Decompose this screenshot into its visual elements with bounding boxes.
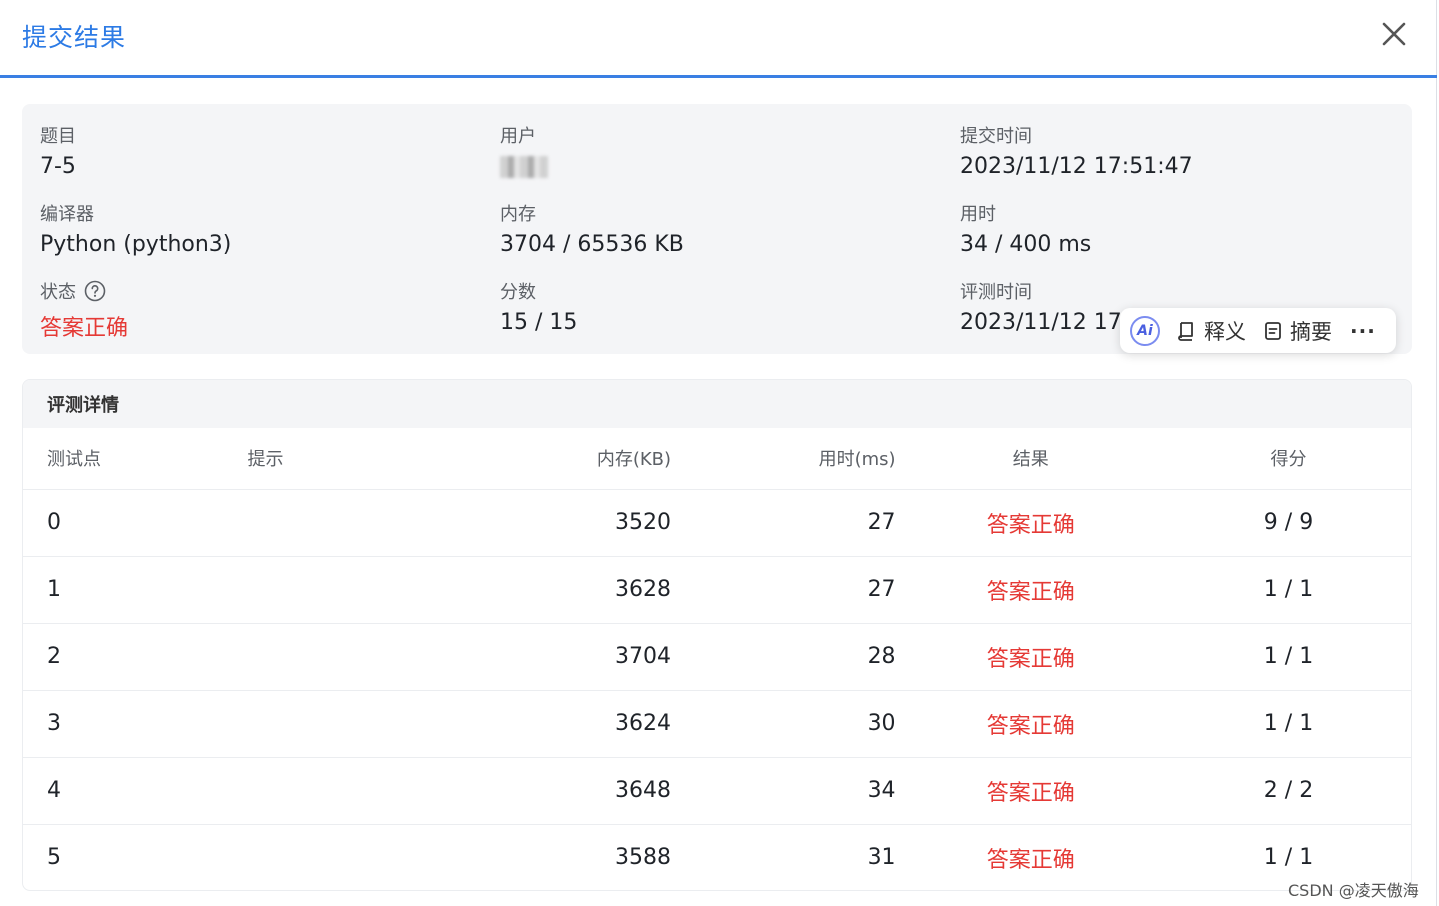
score-cell: 1 / 1 [1166,623,1411,691]
user-field: 用户 [500,122,548,179]
column-header-case: 测试点 [23,428,248,490]
judge-detail-panel: 评测详情 测试点 提示 内存(KB) 用时(ms) 结果 得分 0 3520 2… [22,379,1412,891]
time-cell: 34 [671,757,896,825]
column-header-hint: 提示 [247,428,483,490]
close-icon [1382,22,1406,46]
status-value: 答案正确 [40,316,129,341]
score-label: 分数 [500,282,536,303]
judge-time-field: 评测时间 2023/11/12 17:5 [960,278,1143,335]
document-icon [1265,321,1281,340]
judge-time-value: 2023/11/12 17:5 [960,310,1144,335]
hint-cell [247,623,483,691]
user-label: 用户 [500,126,536,147]
hint-cell [247,824,483,890]
result-cell: 答案正确 [895,757,1167,825]
hint-cell [247,757,483,825]
time-cell: 31 [671,824,896,890]
memory-cell: 3588 [482,824,672,890]
memory-cell: 3520 [482,489,672,557]
user-name-blurred [500,156,548,178]
memory-cell: 3704 [482,623,672,691]
column-header-memory: 内存(KB) [482,428,672,490]
time-cell: 30 [671,690,896,758]
case-id-cell: 1 [23,556,248,624]
case-id-cell: 4 [23,757,248,825]
close-button[interactable] [1378,18,1410,50]
judge-detail-title: 评测详情 [23,380,1411,428]
score-cell: 9 / 9 [1166,489,1411,557]
explain-label: 释义 [1204,319,1246,344]
explain-button[interactable]: 释义 [1178,316,1246,346]
memory-cell: 3628 [482,556,672,624]
case-id-cell: 3 [23,690,248,758]
table-header-row: 测试点 提示 内存(KB) 用时(ms) 结果 得分 [23,428,1411,490]
column-header-time: 用时(ms) [671,428,896,490]
compiler-label: 编译器 [40,204,94,225]
ai-selection-toolbar: Ai 释义 摘要 ··· [1120,308,1396,353]
table-row: 5 3588 31 答案正确 1 / 1 [23,824,1411,890]
score-cell: 1 / 1 [1166,556,1411,624]
submit-time-field: 提交时间 2023/11/12 17:51:47 [960,122,1193,179]
table-row: 1 3628 27 答案正确 1 / 1 [23,556,1411,624]
result-cell: 答案正确 [895,824,1167,890]
score-cell: 1 / 1 [1166,690,1411,758]
memory-field: 内存 3704 / 65536 KB [500,200,684,257]
dialog-header: 提交结果 [0,0,1437,78]
result-cell: 答案正确 [895,623,1167,691]
time-used-field: 用时 34 / 400 ms [960,200,1091,257]
submit-time-label: 提交时间 [960,126,1032,147]
dialog-title: 提交结果 [22,23,127,52]
memory-label: 内存 [500,204,536,225]
time-cell: 27 [671,489,896,557]
help-icon[interactable] [84,280,106,302]
judge-detail-table: 测试点 提示 内存(KB) 用时(ms) 结果 得分 0 3520 27 答案正… [23,428,1411,890]
compiler-field: 编译器 Python (python3) [40,200,231,257]
memory-cell: 3624 [482,690,672,758]
time-used-label: 用时 [960,204,996,225]
case-id-cell: 0 [23,489,248,557]
submission-result-dialog: 提交结果 题目 7-5 用户 提交时间 2023/11/12 17:51:47 … [0,0,1437,906]
time-cell: 27 [671,556,896,624]
problem-field: 题目 7-5 [40,122,76,179]
result-cell: 答案正确 [895,556,1167,624]
hint-cell [247,489,483,557]
score-value: 15 / 15 [500,310,578,335]
table-row: 0 3520 27 答案正确 9 / 9 [23,489,1411,557]
memory-value: 3704 / 65536 KB [500,232,684,257]
watermark: CSDN @凌天傲海 [1288,881,1419,900]
time-cell: 28 [671,623,896,691]
time-used-value: 34 / 400 ms [960,232,1092,257]
case-id-cell: 2 [23,623,248,691]
problem-label: 题目 [40,126,76,147]
summary-label: 摘要 [1290,319,1332,344]
result-cell: 答案正确 [895,690,1167,758]
column-header-score: 得分 [1166,428,1411,490]
problem-value: 7-5 [40,154,76,179]
case-id-cell: 5 [23,824,248,890]
table-row: 2 3704 28 答案正确 1 / 1 [23,623,1411,691]
submit-time-value: 2023/11/12 17:51:47 [960,154,1193,179]
status-field: 状态 答案正确 [40,278,128,342]
score-field: 分数 15 / 15 [500,278,577,335]
hint-cell [247,690,483,758]
compiler-value: Python (python3) [40,232,232,257]
table-row: 4 3648 34 答案正确 2 / 2 [23,757,1411,825]
hint-cell [247,556,483,624]
summary-button[interactable]: 摘要 [1264,316,1332,346]
ai-icon[interactable]: Ai [1130,315,1160,346]
status-label: 状态 [40,282,76,303]
memory-cell: 3648 [482,757,672,825]
result-cell: 答案正确 [895,489,1167,557]
more-options-button[interactable]: ··· [1350,319,1376,343]
table-row: 3 3624 30 答案正确 1 / 1 [23,690,1411,758]
score-cell: 2 / 2 [1166,757,1411,825]
column-header-result: 结果 [895,428,1167,490]
judge-time-label: 评测时间 [960,282,1032,303]
book-icon [1178,321,1193,341]
